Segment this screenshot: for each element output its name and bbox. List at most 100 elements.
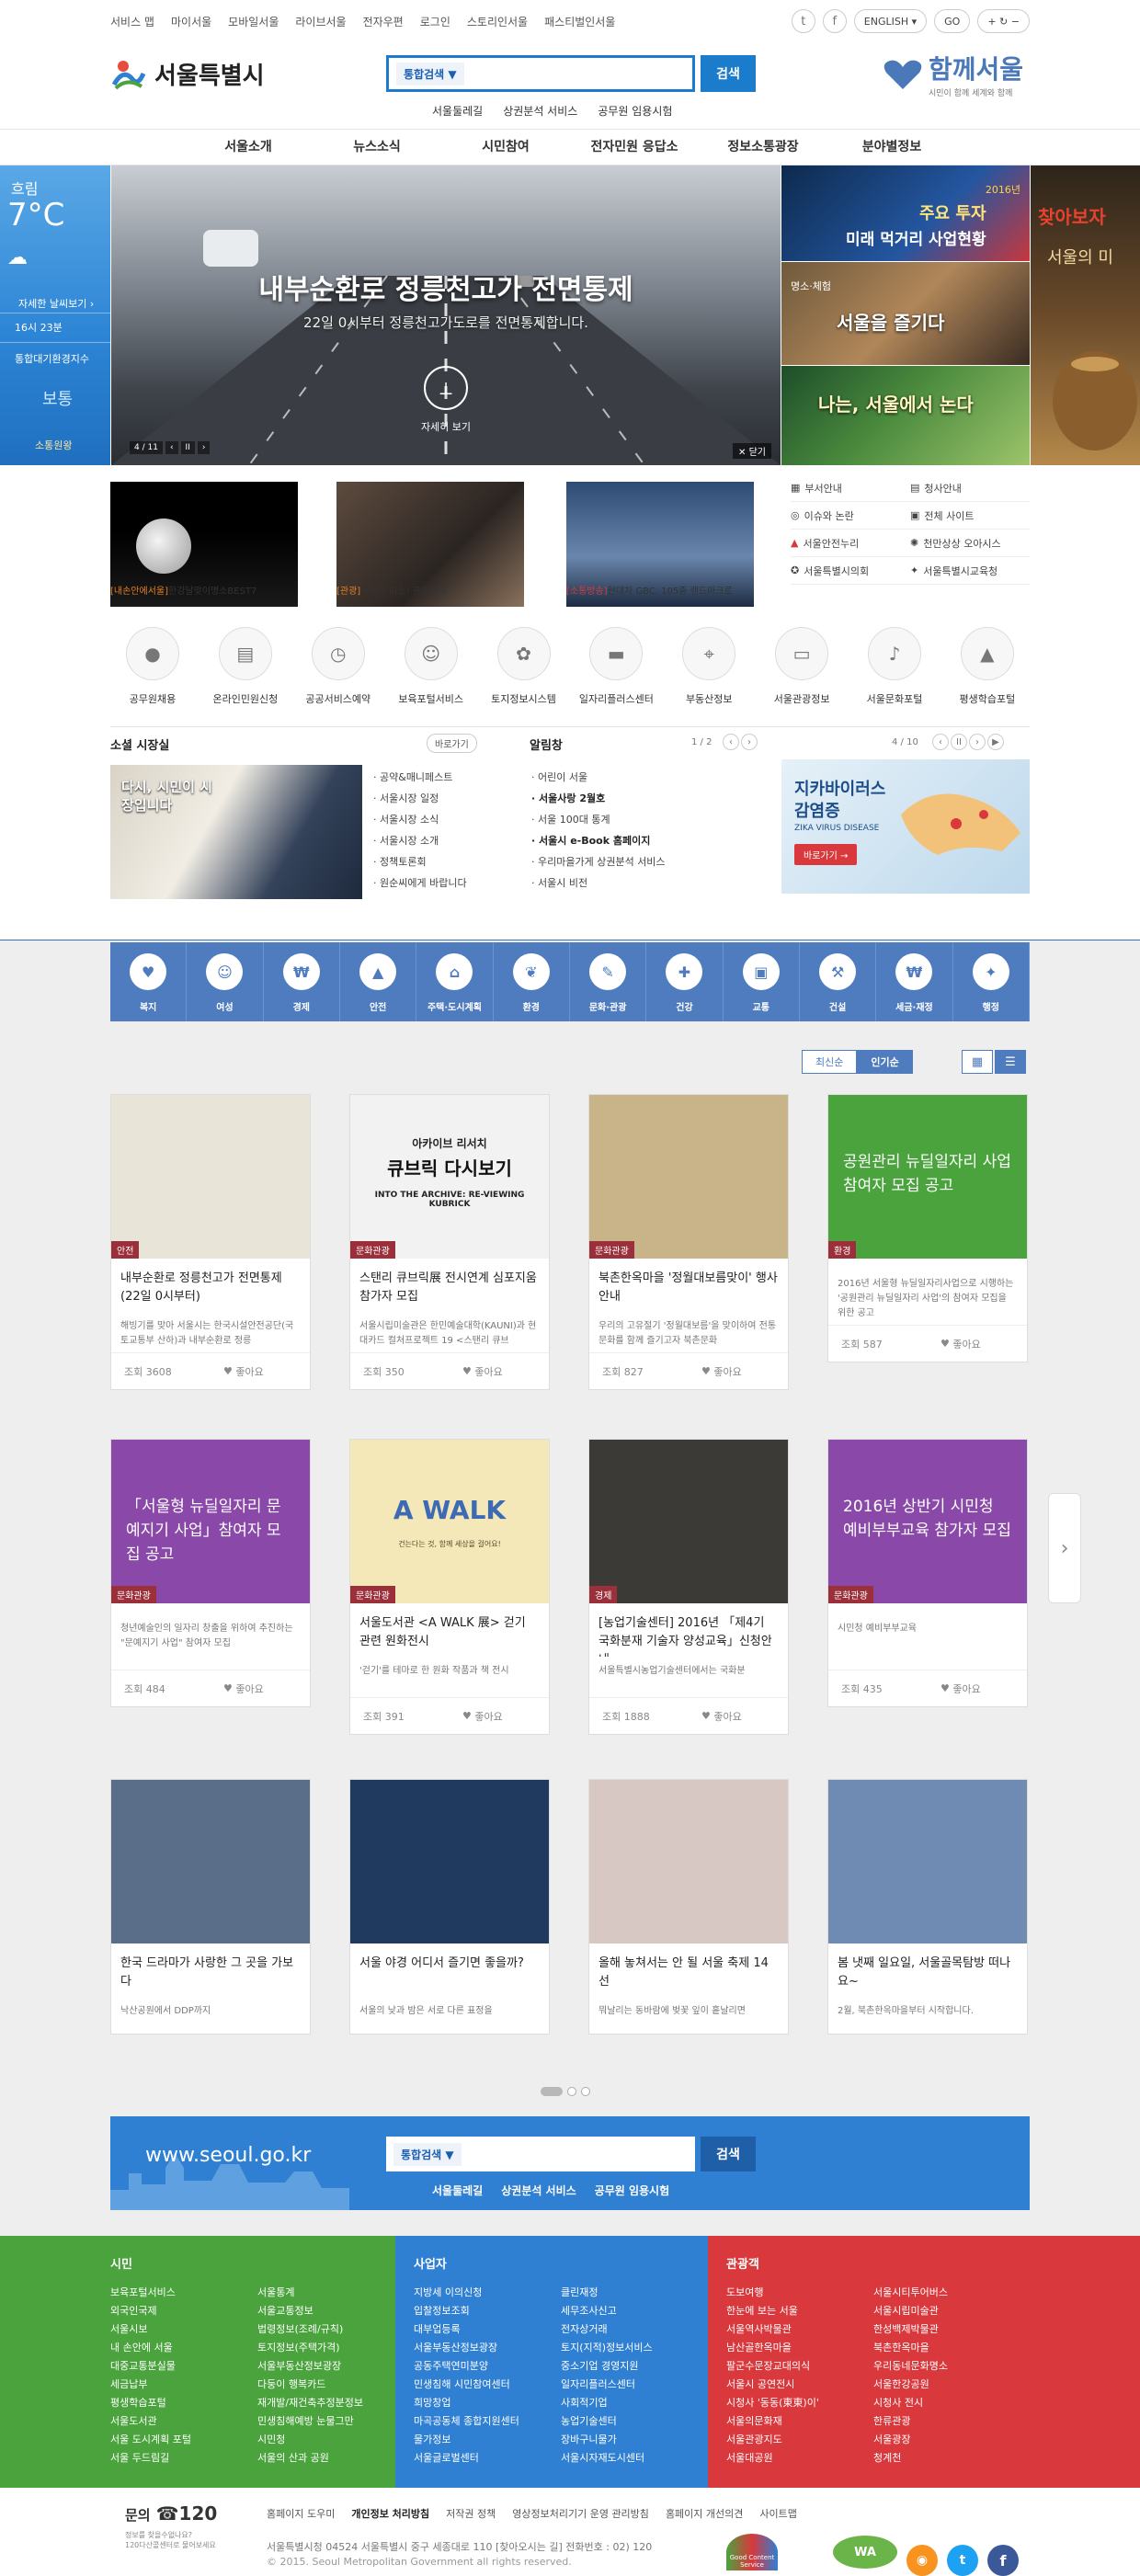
rss-icon[interactable]: ◉ — [906, 2545, 938, 2576]
sitemap-link[interactable]: 토지(지적)정보서비스 — [561, 2340, 708, 2354]
content-card[interactable]: 한국 드라마가 사랑한 그 곳을 가보다 낙산공원에서 DDP까지 — [110, 1779, 311, 2035]
facebook-icon[interactable]: f — [987, 2545, 1019, 2576]
sitemap-link[interactable]: 다둥이 행복카드 — [257, 2377, 405, 2391]
like-button[interactable]: ♥ 좋아요 — [928, 1670, 1027, 1706]
promo-enjoy[interactable]: 명소·체험 서울을 즐기다 — [781, 262, 1030, 365]
sitemap-link[interactable]: 세무조사신고 — [561, 2303, 708, 2318]
promo-play[interactable]: 나는, 서울에서 논다 — [781, 366, 1030, 465]
sitemap-link[interactable]: 외국인국제 — [110, 2303, 257, 2318]
content-card[interactable]: 아카이브 리서치 큐브릭 다시보기 INTO THE ARCHIVE: RE-VIE… — [349, 1094, 550, 1390]
sitemap-link[interactable]: 사회적기업 — [561, 2395, 708, 2410]
sitemap-link[interactable]: 대부업등록 — [414, 2321, 561, 2336]
notice-link[interactable]: · 서울 100대 통계 — [531, 809, 666, 830]
sitemap-link[interactable]: 지방세 이의신청 — [414, 2285, 561, 2299]
hero-banner[interactable]: 내부순환로 정릉천고가 전면통제 22일 0시부터 정릉천고가도로를 전면통제합… — [111, 165, 781, 465]
zika-banner[interactable]: 지카바이러스 감염증 ZIKA VIRUS DISEASE 바로가기 → — [781, 759, 1030, 894]
sitemap-link[interactable]: 서울글로벌센터 — [414, 2450, 561, 2465]
category-item[interactable]: ▣ 교통 — [724, 942, 800, 1021]
sitemap-link[interactable]: 법령정보(조례/규칙) — [257, 2321, 405, 2336]
nav-item[interactable]: 분야별정보 — [827, 130, 956, 165]
together-seoul-logo[interactable]: 함께서울 시민이 함께 세계와 함께 — [883, 50, 1023, 98]
sitemap-link[interactable]: 청계천 — [873, 2450, 1020, 2465]
quick-link-item[interactable]: ▦ 부서안내 — [791, 481, 910, 496]
nav-item[interactable]: 정보소통광장 — [699, 130, 827, 165]
sitemap-link[interactable]: 전자상거래 — [561, 2321, 708, 2336]
promo-find[interactable]: 찾아보자 서울의 미 — [1031, 165, 1140, 465]
sitemap-link[interactable]: 서울부동산정보광장 — [414, 2340, 561, 2354]
sitemap-link[interactable]: 공동주택연미분양 — [414, 2358, 561, 2373]
next-icon[interactable]: › — [741, 734, 758, 750]
content-card[interactable]: 「서울형 뉴딜일자리 문예지기 사업」참여자 모집 공고 문화관광 청년예술인의 일… — [110, 1439, 311, 1707]
bottom-quick-link[interactable]: 공무원 임용시험 — [595, 2183, 669, 2198]
quick-link-item[interactable]: ✦ 서울특별시교육청 — [910, 564, 1030, 578]
utility-link[interactable]: 라이브서울 — [295, 14, 346, 29]
category-item[interactable]: ☺ 여성 — [187, 942, 264, 1021]
service-item[interactable]: ▲ 평생학습포털 — [945, 627, 1030, 706]
category-item[interactable]: ✎ 문화·관광 — [570, 942, 647, 1021]
like-button[interactable]: ♥ 좋아요 — [689, 1353, 788, 1389]
sitemap-link[interactable]: 서울 도시계획 포털 — [110, 2432, 257, 2446]
service-item[interactable]: ▭ 서울관광정보 — [759, 627, 844, 706]
utility-link[interactable]: 로그인 — [420, 14, 450, 29]
notice-link[interactable]: · 서울시 비전 — [531, 872, 666, 894]
sitemap-link[interactable]: 마곡공동체 종합지원센터 — [414, 2413, 561, 2428]
sitemap-link[interactable]: 토지정보(주택가격) — [257, 2340, 405, 2354]
contact-phone[interactable]: ☎120 — [156, 2502, 218, 2525]
bottom-search-box[interactable]: 통합검색 ▼ — [386, 2137, 695, 2171]
bottom-quick-link[interactable]: 서울둘레길 — [432, 2183, 483, 2198]
sitemap-link[interactable]: 서울의 산과 공원 — [257, 2450, 405, 2465]
page-dot-active[interactable] — [541, 2087, 563, 2096]
language-go-button[interactable]: GO — [934, 9, 971, 33]
sitemap-link[interactable]: 중소기업 경영지원 — [561, 2358, 708, 2373]
quick-link-item[interactable]: ✺ 천만상상 오아시스 — [910, 536, 1030, 551]
sitemap-link[interactable]: 한류관광 — [873, 2413, 1020, 2428]
category-item[interactable]: ⚒ 건설 — [800, 942, 877, 1021]
quick-link-item[interactable]: ✪ 서울특별시의회 — [791, 564, 910, 578]
category-item[interactable]: ✚ 건강 — [646, 942, 724, 1021]
hero-detail-link[interactable]: 자세히 보기 — [111, 419, 781, 434]
utility-link[interactable]: 서비스 맵 — [110, 14, 154, 29]
quick-link[interactable]: 서울둘레길 — [432, 103, 483, 119]
sitemap-link[interactable]: 서울시 공연전시 — [726, 2377, 873, 2391]
content-card[interactable]: 공원관리 뉴딜일자리 사업 참여자 모집 공고 환경 2016년 서울형 뉴딜일자리… — [827, 1094, 1028, 1362]
zika-go-button[interactable]: 바로가기 → — [794, 844, 858, 865]
sitemap-link[interactable]: 서울역사박물관 — [726, 2321, 873, 2336]
twitter-icon[interactable]: t — [947, 2545, 978, 2576]
thumb-caption[interactable]: [소통방송]현대차 GBC, 105층 랜드마크로 — [566, 583, 769, 597]
footer-link[interactable]: 영상정보처리기기 운영 관리방침 — [512, 2506, 649, 2521]
notice-link[interactable]: · 어린이 서울 — [531, 767, 666, 788]
search-scope-select[interactable]: 통합검색 ▼ — [396, 62, 464, 85]
notice-link[interactable]: · 서울시 e-Book 홈페이지 — [531, 830, 666, 851]
utility-link[interactable]: 전자우편 — [363, 14, 404, 29]
category-item[interactable]: ❦ 환경 — [494, 942, 570, 1021]
list-view-icon[interactable]: ☰ — [995, 1050, 1026, 1074]
like-button[interactable]: ♥ 좋아요 — [211, 1353, 310, 1389]
sitemap-link[interactable]: 서울통계 — [257, 2285, 405, 2299]
utility-link[interactable]: 마이서울 — [171, 14, 211, 29]
nav-item[interactable]: 전자민원 응답소 — [570, 130, 699, 165]
sitemap-link[interactable]: 우리동네문화명소 — [873, 2358, 1020, 2373]
facebook-icon[interactable]: f — [822, 9, 847, 33]
sitemap-link[interactable]: 서울시자재도시센터 — [561, 2450, 708, 2465]
footer-link[interactable]: 저작권 정책 — [446, 2506, 496, 2521]
notice-link[interactable]: · 우리마을가게 상권분석 서비스 — [531, 851, 666, 872]
search-button[interactable]: 검색 — [701, 55, 756, 92]
sitemap-link[interactable]: 세금납부 — [110, 2377, 257, 2391]
detail-icon[interactable]: ⟂ — [424, 366, 468, 410]
mayor-link[interactable]: · 서울시장 소개 — [373, 830, 467, 851]
quick-link[interactable]: 공무원 임용시험 — [598, 103, 672, 119]
service-item[interactable]: ● 공무원채용 — [110, 627, 195, 706]
prev-icon[interactable]: ‹ — [932, 734, 949, 750]
sort-popular-button[interactable]: 인기순 — [857, 1050, 913, 1074]
like-button[interactable]: ♥ 좋아요 — [450, 1353, 549, 1389]
sitemap-link[interactable]: 내 손안에 서울 — [110, 2340, 257, 2354]
sitemap-link[interactable]: 장바구니물가 — [561, 2432, 708, 2446]
mayor-link[interactable]: · 서울시장 일정 — [373, 788, 467, 809]
sitemap-link[interactable]: 팔군수문장교대의식 — [726, 2358, 873, 2373]
sitemap-link[interactable]: 시청사 전시 — [873, 2395, 1020, 2410]
sitemap-link[interactable]: 민생침해예방 눈물그만 — [257, 2413, 405, 2428]
like-button[interactable]: ♥ 좋아요 — [689, 1698, 788, 1734]
footer-link[interactable]: 홈페이지 도우미 — [267, 2506, 335, 2521]
sitemap-link[interactable]: 서울한강공원 — [873, 2377, 1020, 2391]
prev-icon[interactable]: ‹ — [723, 734, 739, 750]
